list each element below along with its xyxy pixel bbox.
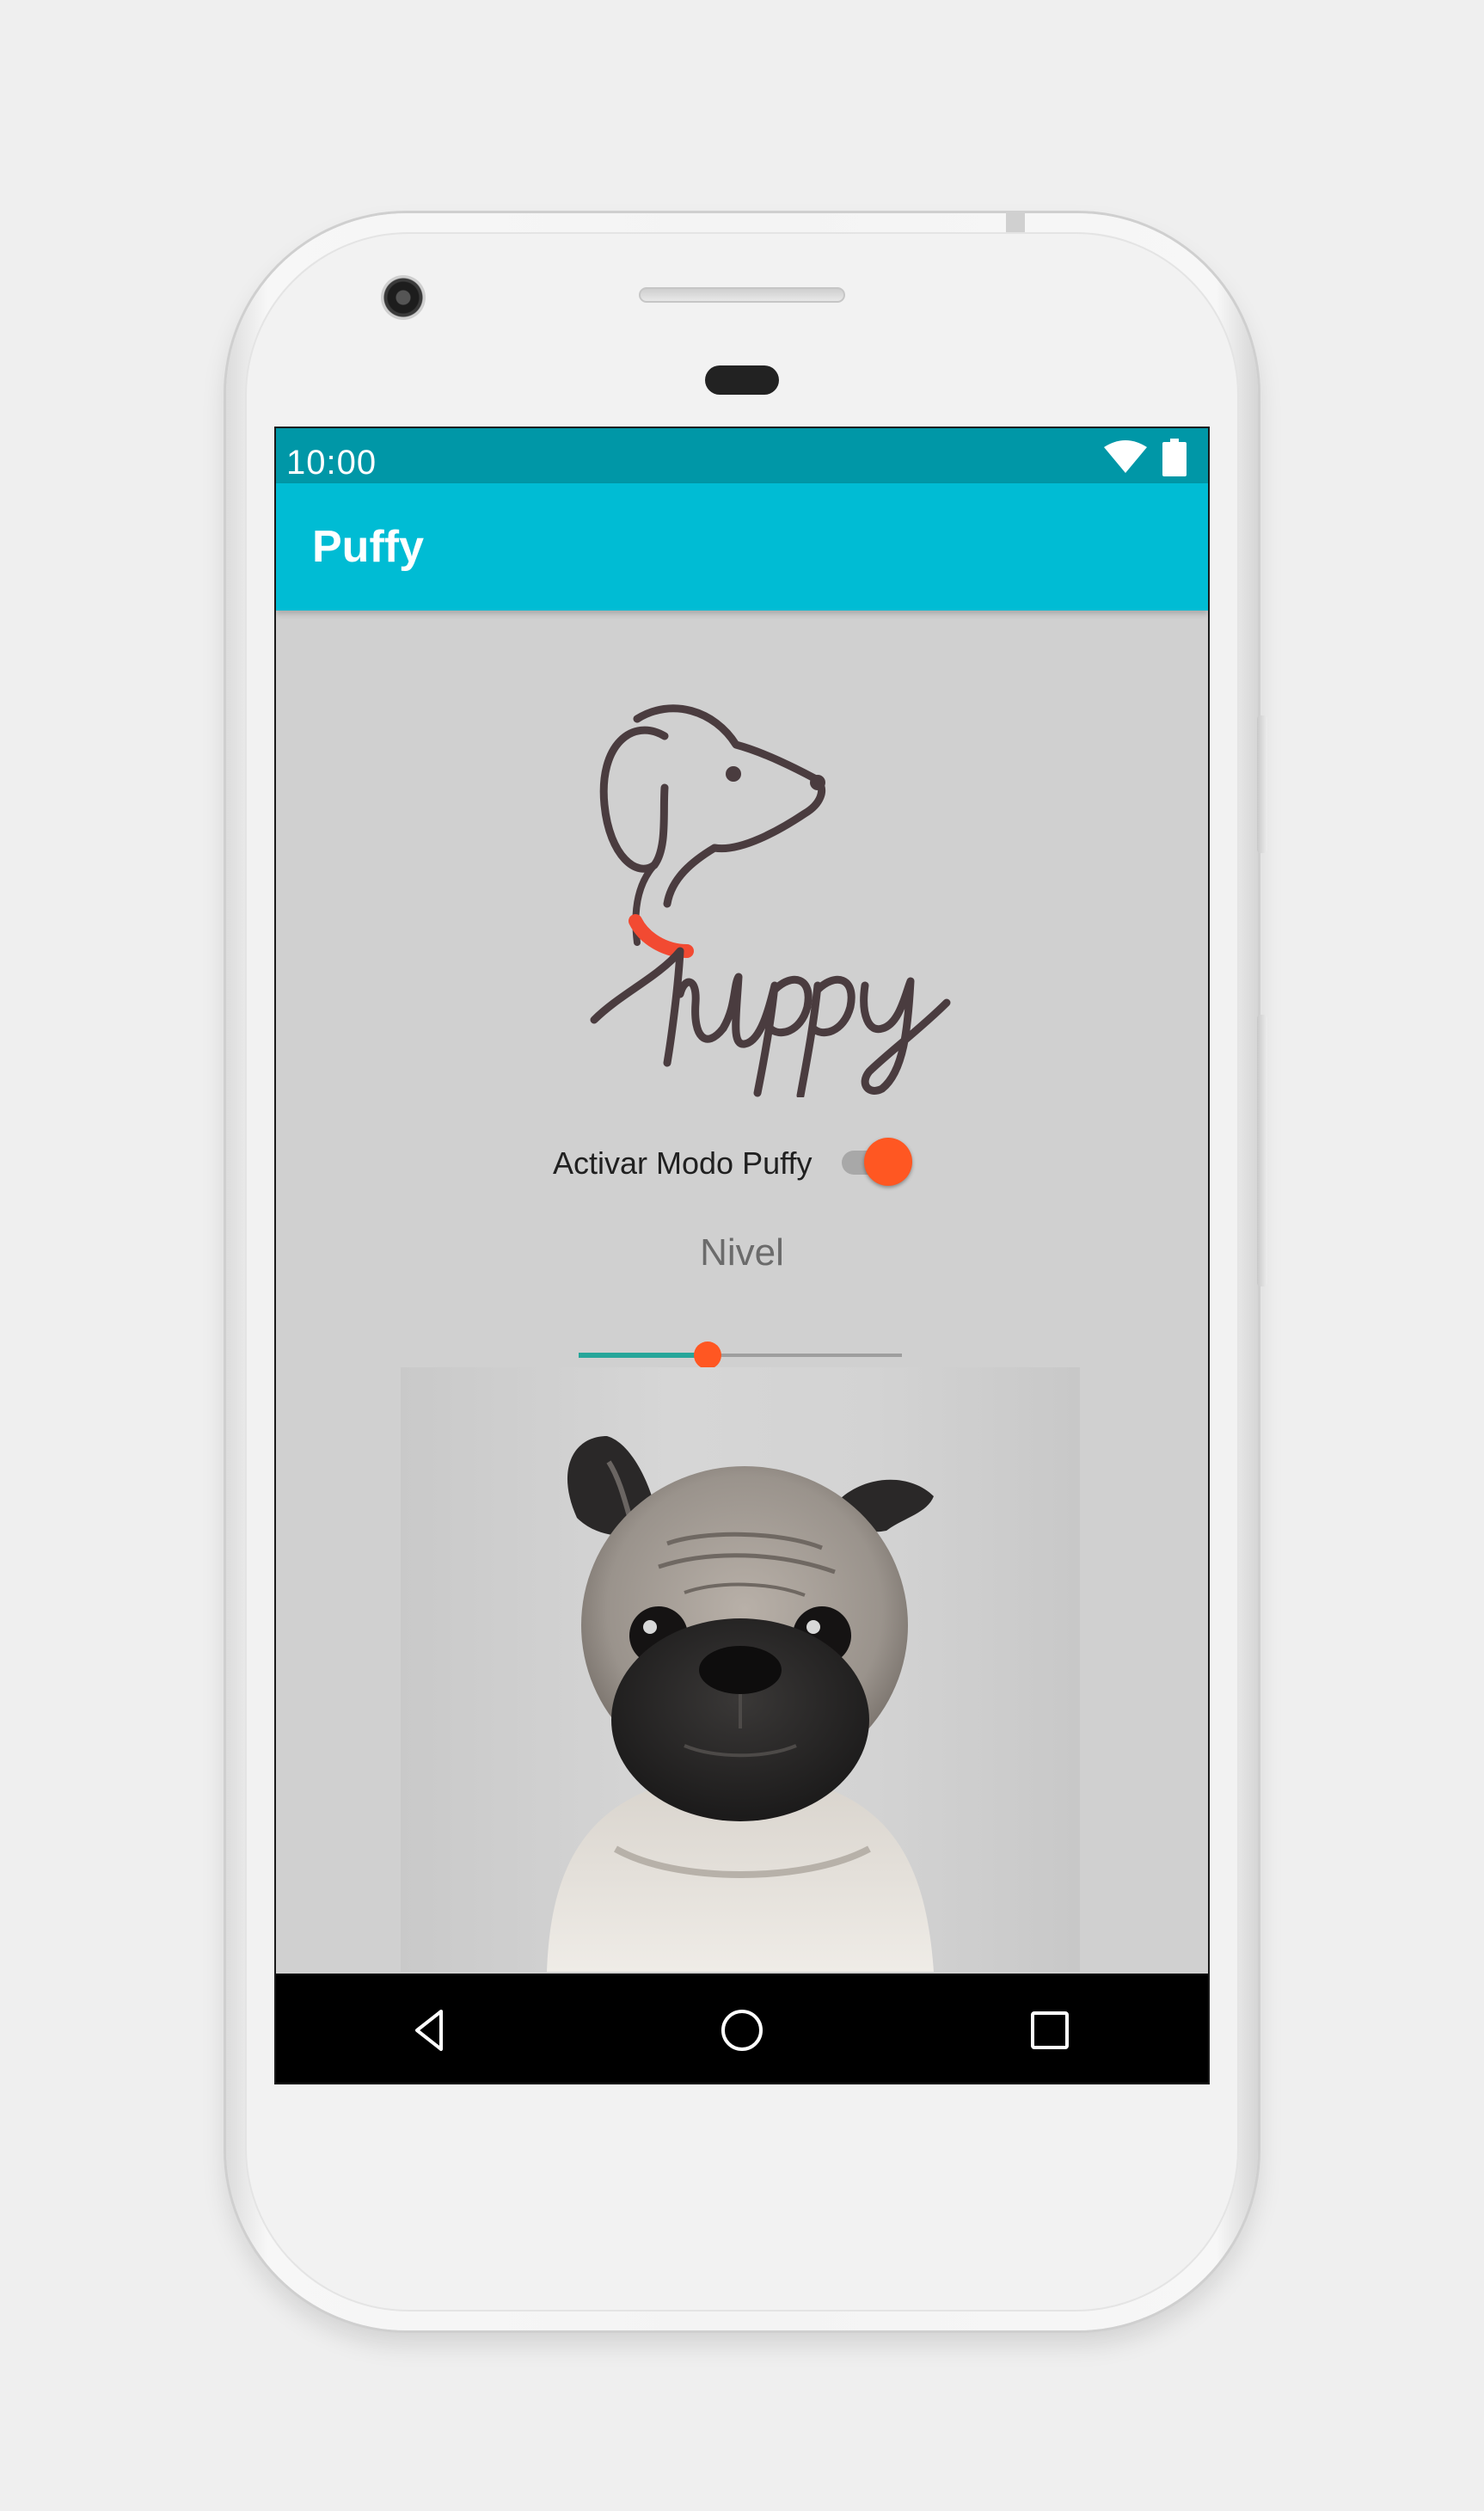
device-screen: 10:00 Puffy Activar Modo Puffy Nivel (274, 427, 1210, 2084)
level-label: Nivel (700, 1231, 784, 1274)
proximity-sensor (705, 365, 779, 395)
power-button (1257, 715, 1267, 853)
status-bar: 10:00 (276, 428, 1208, 483)
slider-fill (579, 1353, 708, 1358)
back-icon[interactable] (405, 2005, 457, 2056)
pug-illustration (547, 1436, 934, 1972)
pug-photo (401, 1367, 1080, 1972)
main-content: Activar Modo Puffy Nivel (276, 611, 1208, 1972)
status-time: 10:00 (286, 444, 377, 482)
app-toolbar: Puffy (276, 483, 1208, 611)
slider-thumb[interactable] (694, 1341, 722, 1369)
puffy-mode-label: Activar Modo Puffy (553, 1145, 813, 1181)
home-icon[interactable] (716, 2005, 768, 2056)
dog-logo-icon (590, 704, 951, 1097)
switch-thumb (864, 1138, 912, 1186)
app-title: Puffy (312, 522, 424, 572)
navigation-bar (276, 1974, 1208, 2083)
earpiece-speaker (639, 287, 845, 303)
volume-button (1257, 1015, 1267, 1286)
puffy-mode-row: Activar Modo Puffy (553, 1127, 948, 1195)
phone-top-button (1006, 212, 1025, 232)
puffy-mode-switch[interactable] (837, 1135, 914, 1187)
front-camera (381, 275, 426, 320)
wifi-icon (1104, 440, 1147, 473)
recents-icon[interactable] (1024, 2005, 1076, 2056)
battery-icon (1162, 439, 1187, 476)
